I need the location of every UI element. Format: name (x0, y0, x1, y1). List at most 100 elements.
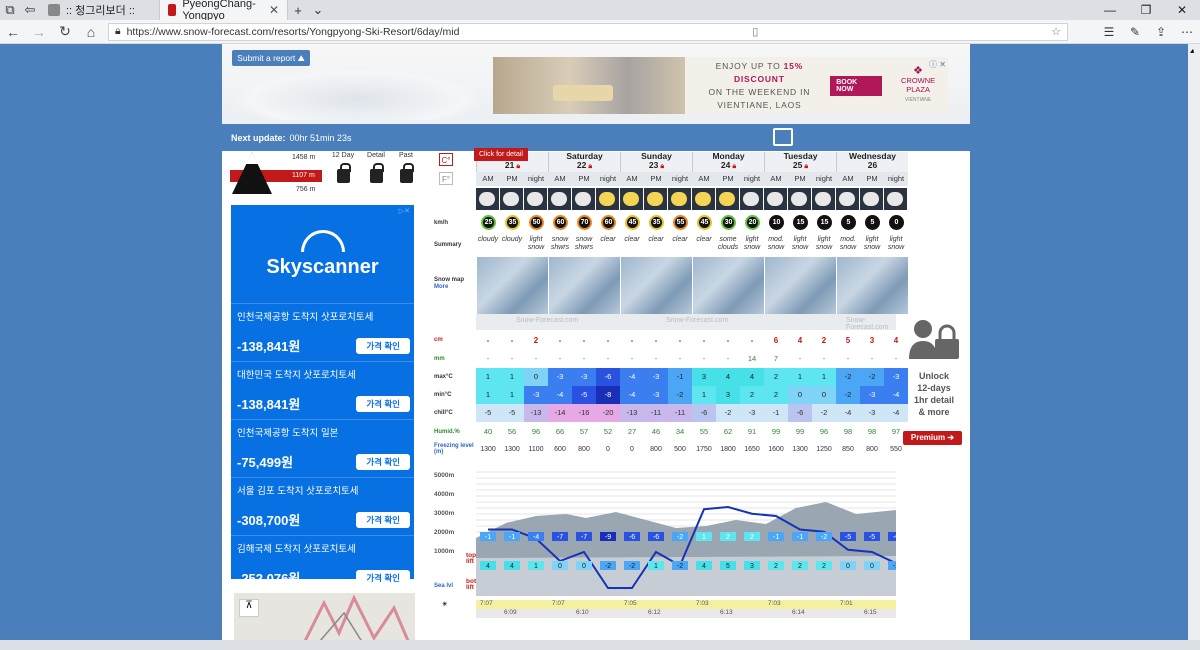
flight-offer[interactable]: 인천국제공항 도착지 삿포로치토세 -138,841원 가격 확인 (231, 303, 414, 361)
day-lock-icon[interactable]: 🔒︎ (730, 163, 736, 170)
wind-icon: 60 (553, 215, 568, 230)
weather-icon (500, 188, 523, 210)
skyscanner-ad[interactable]: ▷✕ Skyscanner 인천국제공항 도착지 삿포로치토세 -138,841원… (231, 205, 414, 586)
tab-1[interactable]: :: 청그리보더 :: (40, 0, 160, 20)
scroll-top-icon[interactable]: ⊼ (239, 599, 259, 617)
elevation-mid[interactable]: 1107 m (292, 172, 315, 179)
snow-cell: - (510, 336, 514, 345)
snow-map-2[interactable] (548, 257, 620, 314)
scroll-up-icon[interactable]: ▴ (1190, 46, 1198, 55)
summary-text: snow (527, 244, 545, 251)
tab-list-chevron-icon[interactable]: ⌄ (308, 2, 328, 18)
weather-icon (692, 188, 715, 210)
snow-map-5[interactable] (764, 257, 836, 314)
home-icon[interactable]: ⌂ (78, 24, 104, 40)
maximize-icon[interactable]: ❐ (1128, 3, 1164, 17)
check-price-button[interactable]: 가격 확인 (356, 512, 410, 528)
favorites-icon[interactable]: ☰ (1096, 25, 1122, 39)
celsius-button[interactable]: C° (439, 153, 453, 166)
tab-preview-icon[interactable]: ⇦ (20, 2, 40, 18)
top-lift-value: -1 (797, 534, 803, 541)
tab-past-label: Past (398, 152, 413, 159)
check-price-button[interactable]: 가격 확인 (356, 338, 410, 354)
elevation-top[interactable]: 1458 m (292, 154, 315, 161)
reading-view-icon[interactable]: ▯ (752, 25, 758, 38)
day-lock-icon[interactable]: 🔒︎ (514, 163, 520, 170)
sunrise-value: 7:03 (768, 600, 781, 607)
lock-icon (336, 163, 351, 183)
new-tab-icon[interactable]: + (288, 3, 308, 18)
day-header-6[interactable]: Wednesday 26 (836, 152, 908, 172)
back-icon[interactable]: ← (0, 24, 26, 40)
wind-icon: 35 (649, 215, 664, 230)
refresh-icon[interactable]: ↻ (52, 23, 78, 40)
day-header-5[interactable]: Tuesday 25 🔒︎ (764, 152, 836, 172)
flight-offer[interactable]: 대한민국 도착지 삿포로치토세 -138,841원 가격 확인 (231, 361, 414, 419)
day-header-2[interactable]: Saturday 22 🔒︎ (548, 152, 620, 172)
weather-icon (620, 188, 643, 210)
print-icon[interactable] (773, 128, 793, 146)
min-cell: -3 (644, 386, 668, 404)
elevation-bot[interactable]: 756 m (296, 186, 315, 193)
check-price-button[interactable]: 가격 확인 (356, 570, 410, 586)
snow-map-1[interactable] (476, 257, 548, 314)
skyscanner-header: Skyscanner (231, 205, 414, 303)
day-header-4[interactable]: Monday 24 🔒︎ (692, 152, 764, 172)
detail-tooltip[interactable]: Click for detail (474, 148, 528, 161)
more-icon[interactable]: ⋯ (1174, 25, 1200, 39)
close-tab-icon[interactable]: ✕ (269, 3, 279, 17)
humid-row: 40 56 96 66 57 52 27 46 34 55 62 91 99 99 96 98 98 97 (476, 423, 900, 441)
tab-past[interactable]: Past (392, 152, 420, 183)
tab-actions-icon[interactable]: ⧉ (0, 2, 20, 18)
unlock-panel[interactable]: Unlock 12-days 1hr detail & more (905, 319, 963, 418)
ad-choices-icon[interactable]: ⓘ ✕ (929, 59, 946, 70)
fahrenheit-button[interactable]: F° (439, 172, 453, 185)
bottom-scrollbar[interactable] (0, 640, 1200, 650)
flight-offer[interactable]: 서울 김포 도착지 삿포로치토세 -308,700원 가격 확인 (231, 477, 414, 535)
tab-2[interactable]: PyeongChang-Yongpyo ✕ (160, 0, 288, 22)
elevation-selector[interactable]: 1458 m 1107 m 756 m (230, 152, 325, 194)
submit-report-button[interactable]: Submit a report ⛰ (232, 50, 310, 66)
day-lock-icon[interactable]: 🔒︎ (658, 163, 664, 170)
snow-map-3[interactable] (620, 257, 692, 314)
max-cell: -6 (596, 368, 620, 386)
check-price-button[interactable]: 가격 확인 (356, 454, 410, 470)
ad-choices-icon[interactable]: ▷✕ (399, 207, 410, 215)
snow-map-4[interactable] (692, 257, 764, 314)
url-field[interactable]: 🔒︎ https://www.snow-forecast.com/resorts… (108, 22, 1068, 41)
rain-cell: - (702, 354, 706, 363)
check-price-button[interactable]: 가격 확인 (356, 396, 410, 412)
snow-map-6[interactable] (836, 257, 908, 314)
flight-offer[interactable]: 인천국제공항 도착지 일본 -75,499원 가격 확인 (231, 419, 414, 477)
humid-cell: 66 (555, 427, 565, 436)
humid-cell: 27 (627, 427, 637, 436)
scrollbar[interactable]: ▴ (1188, 44, 1200, 650)
minimize-icon[interactable]: — (1092, 3, 1128, 17)
day-lock-icon[interactable]: 🔒︎ (586, 163, 592, 170)
tab-detail-label: Detail (367, 152, 385, 159)
tab-12day[interactable]: 12 Day (329, 152, 357, 183)
forward-icon[interactable]: → (26, 24, 52, 40)
altitude-label: 4000m (434, 491, 455, 498)
chill-cell: -5 (500, 404, 524, 422)
day-header-3[interactable]: Sunday 23 🔒︎ (620, 152, 692, 172)
summary-text: some (719, 236, 737, 243)
min-cell: 1 (500, 386, 524, 404)
tab-detail[interactable]: Detail (362, 152, 390, 183)
share-icon[interactable]: ⇪ (1148, 25, 1174, 39)
snowmap-more-link[interactable]: More (434, 284, 476, 290)
favorite-star-icon[interactable]: ☆ (1051, 25, 1061, 38)
pen-icon[interactable]: ✎ (1122, 25, 1148, 39)
hotel-ad[interactable]: ENJOY UP TO 15% DISCOUNT ON THE WEEKEND … (493, 57, 948, 114)
min-cell: 1 (692, 386, 716, 404)
day-lock-icon[interactable]: 🔒︎ (802, 163, 808, 170)
book-now-button[interactable]: BOOK NOW (830, 75, 883, 96)
flight-offer[interactable]: 김해국제 도착지 삿포로치토세 -252,076원 가격 확인 (231, 535, 414, 593)
rain-cell: - (678, 354, 682, 363)
summary-text: clouds (717, 244, 739, 251)
watermark-1: Snow-Forecast.com (516, 317, 579, 324)
premium-button[interactable]: Premium ➔ (903, 431, 962, 445)
weather-icon (548, 188, 571, 210)
close-window-icon[interactable]: ✕ (1164, 3, 1200, 17)
weather-symbol-icon (551, 192, 567, 206)
